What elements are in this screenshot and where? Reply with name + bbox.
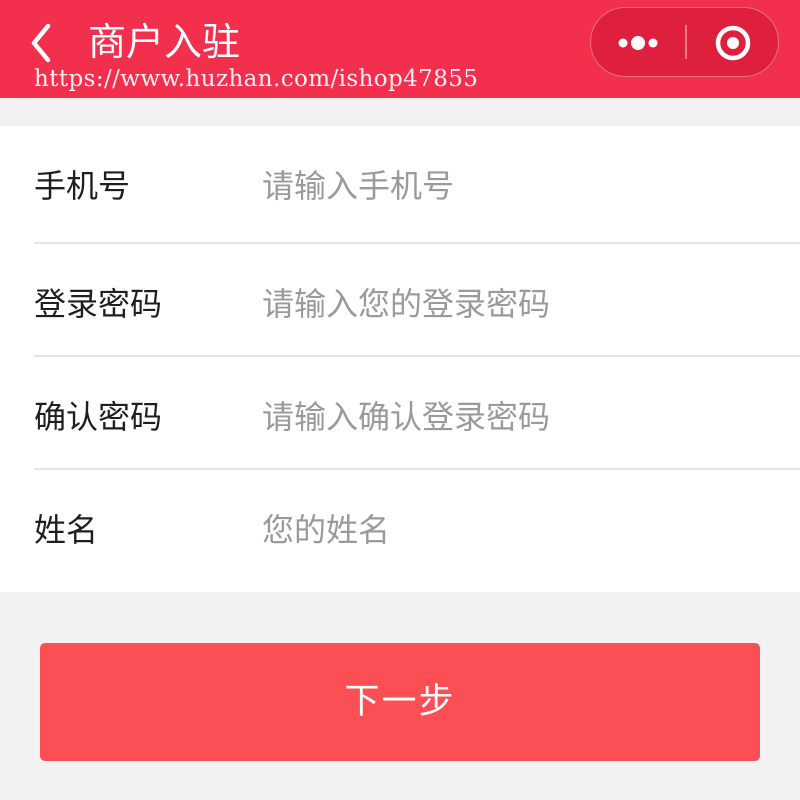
watermark-url: https://www.huzhan.com/ishop47855 xyxy=(34,66,479,92)
password-row: 登录密码 xyxy=(0,244,800,356)
close-mini-program-button[interactable] xyxy=(687,8,777,75)
phone-row: 手机号 xyxy=(0,126,800,238)
name-label: 姓名 xyxy=(34,511,99,549)
name-row: 姓名 xyxy=(0,470,800,582)
confirm-password-input[interactable] xyxy=(262,387,772,447)
password-label: 登录密码 xyxy=(34,285,163,323)
password-input[interactable] xyxy=(262,274,772,334)
registration-form: 手机号 登录密码 确认密码 姓名 xyxy=(0,126,800,592)
more-dots-icon xyxy=(618,36,658,50)
name-input[interactable] xyxy=(262,500,772,560)
target-circle-icon xyxy=(715,25,751,61)
page-title: 商户入驻 xyxy=(88,20,241,64)
confirm-password-label: 确认密码 xyxy=(34,398,163,436)
back-button[interactable] xyxy=(22,18,66,68)
confirm-password-row: 确认密码 xyxy=(0,357,800,469)
phone-label: 手机号 xyxy=(34,167,131,205)
nav-header: 商户入驻 https://www.huzhan.com/ishop47855 xyxy=(0,0,800,98)
more-menu-button[interactable] xyxy=(591,8,685,75)
next-step-button[interactable]: 下一步 xyxy=(40,643,760,761)
mini-program-capsule xyxy=(590,7,779,77)
chevron-left-icon xyxy=(31,23,51,63)
phone-input[interactable] xyxy=(262,156,772,216)
